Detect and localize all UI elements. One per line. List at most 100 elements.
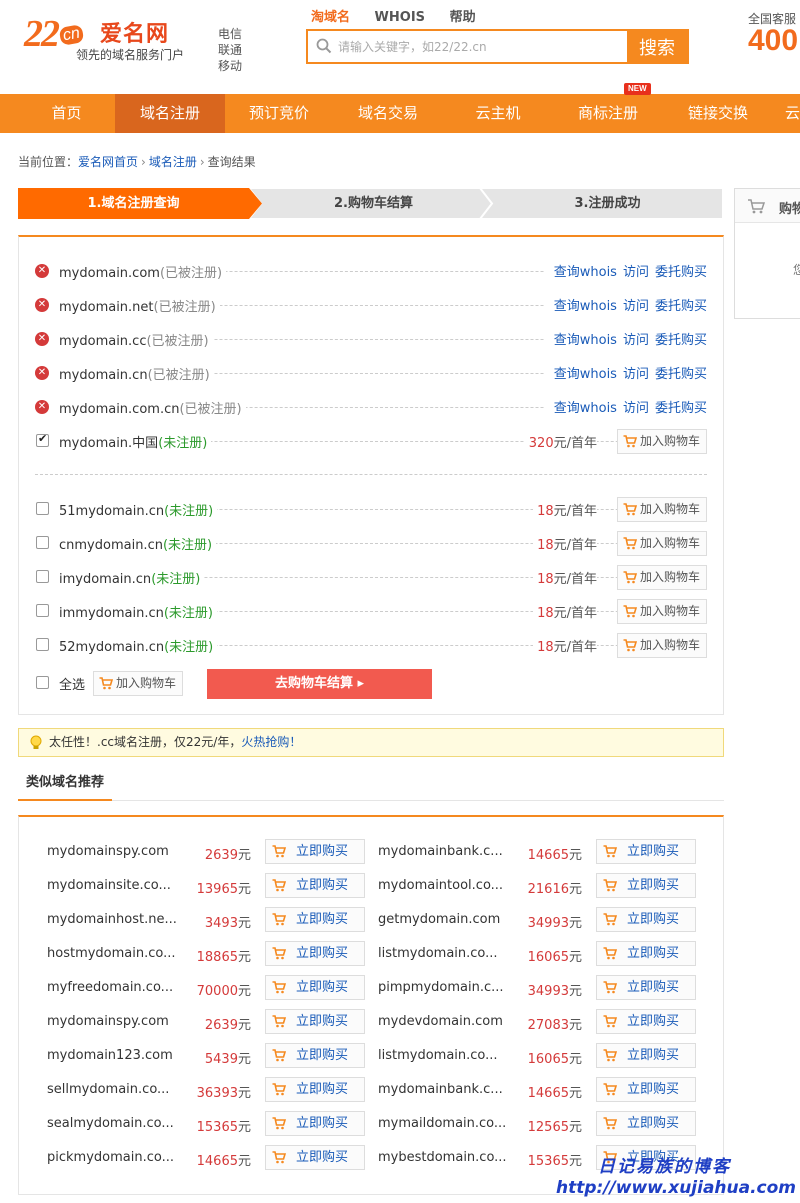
buy-now-button[interactable]: 立即购买 <box>596 975 696 1000</box>
nav-trademark[interactable]: 商标注册 <box>553 94 663 133</box>
similar-domain-name[interactable]: mydomainspy.com <box>47 844 169 859</box>
similar-domain-name[interactable]: sellmydomain.co... <box>47 1082 169 1097</box>
price-unit: 元 <box>568 950 582 965</box>
visit-link[interactable]: 访问 <box>623 299 649 314</box>
similar-domain-name[interactable]: myfreedomain.co... <box>47 980 173 995</box>
domain-checkbox[interactable] <box>36 604 49 617</box>
domain-checkbox[interactable] <box>36 502 49 515</box>
visit-link[interactable]: 访问 <box>623 401 649 416</box>
select-all-label[interactable]: 全选 <box>59 674 90 693</box>
domain-status: (已被注册) <box>179 402 242 417</box>
site-logo[interactable]: 22 cn 爱名网 领先的域名服务门户 电信 联通 移动 <box>24 10 242 73</box>
logo-slogan: 领先的域名服务门户 <box>76 48 185 62</box>
similar-domain-item: myfreedomain.co... 70000元 立即购买 <box>19 975 365 1003</box>
domain-checkbox[interactable] <box>36 432 49 447</box>
visit-link[interactable]: 访问 <box>623 333 649 348</box>
whois-link[interactable]: 查询whois <box>554 265 617 280</box>
buy-now-button[interactable]: 立即购买 <box>596 839 696 864</box>
nav-domain-trade[interactable]: 域名交易 <box>333 94 443 133</box>
similar-domain-name[interactable]: mymaildomain.co... <box>378 1116 506 1131</box>
domain-checkbox[interactable] <box>36 570 49 583</box>
add-selected-to-cart-button[interactable]: 加入购物车 <box>93 671 184 696</box>
similar-domain-name[interactable]: mybestdomain.co... <box>378 1150 507 1165</box>
breadcrumb-home[interactable]: 爱名网首页 <box>78 155 138 169</box>
buy-now-button[interactable]: 立即购买 <box>596 1077 696 1102</box>
checkout-button[interactable]: 去购物车结算 ▸ <box>207 669 432 699</box>
delegate-buy-link[interactable]: 委托购买 <box>655 299 707 314</box>
similar-domain-name[interactable]: mydevdomain.com <box>378 1014 503 1029</box>
add-to-cart-button[interactable]: 加入购物车 <box>616 531 707 556</box>
add-to-cart-label: 加入购物车 <box>639 638 700 652</box>
registered-x-icon: ✕ <box>35 264 49 278</box>
domain-actions: 查询whois 访问 委托购买 <box>543 397 707 416</box>
nav-domain-register[interactable]: 域名注册 <box>115 94 225 133</box>
similar-domain-name[interactable]: mydomain123.com <box>47 1048 173 1063</box>
add-to-cart-button[interactable]: 加入购物车 <box>616 599 707 624</box>
price-unit: 元 <box>568 916 582 931</box>
nav-link-exchange[interactable]: 链接交换 <box>663 94 773 133</box>
whois-link[interactable]: 查询whois <box>554 299 617 314</box>
similar-domain-name[interactable]: sealmydomain.co... <box>47 1116 174 1131</box>
similar-domain-name[interactable]: pickmydomain.co... <box>47 1150 174 1165</box>
add-to-cart-button[interactable]: 加入购物车 <box>616 497 707 522</box>
similar-domain-name[interactable]: getmydomain.com <box>378 912 500 927</box>
buy-now-button[interactable]: 立即购买 <box>596 1111 696 1136</box>
buy-now-button[interactable]: 立即购买 <box>596 873 696 898</box>
select-all-checkbox[interactable] <box>36 676 49 689</box>
cart-icon <box>272 1151 286 1164</box>
delegate-buy-link[interactable]: 委托购买 <box>655 367 707 382</box>
buy-now-button[interactable]: 立即购买 <box>596 1009 696 1034</box>
buy-now-button[interactable]: 立即购买 <box>596 941 696 966</box>
whois-link[interactable]: 查询whois <box>554 401 617 416</box>
delegate-buy-link[interactable]: 委托购买 <box>655 401 707 416</box>
cart-icon <box>603 947 617 960</box>
breadcrumb-domain-register[interactable]: 域名注册 <box>149 155 197 169</box>
domain-checkbox[interactable] <box>36 536 49 549</box>
similar-domain-name[interactable]: hostmydomain.co... <box>47 946 176 961</box>
domain-checkbox[interactable] <box>36 638 49 651</box>
nav-more[interactable]: 云 <box>785 94 800 133</box>
similar-domain-name[interactable]: mydomainbank.c... <box>378 844 503 859</box>
similar-domain-name[interactable]: mydomaintool.co... <box>378 878 503 893</box>
similar-domain-name[interactable]: mydomainsite.co... <box>47 878 171 893</box>
search-tab-help[interactable]: 帮助 <box>450 10 476 25</box>
add-to-cart-button[interactable]: 加入购物车 <box>616 633 707 658</box>
buy-now-label: 立即购买 <box>296 912 349 927</box>
domain-name: mydomain.com.cn(已被注册) <box>59 398 246 417</box>
buy-now-button[interactable]: 立即购买 <box>596 1043 696 1068</box>
delegate-buy-link[interactable]: 委托购买 <box>655 333 707 348</box>
buy-now-button[interactable]: 立即购买 <box>596 907 696 932</box>
visit-link[interactable]: 访问 <box>623 265 649 280</box>
price-value: 18 <box>537 606 554 621</box>
whois-link[interactable]: 查询whois <box>554 333 617 348</box>
price-unit: 元 <box>237 1154 251 1169</box>
nav-home[interactable]: 首页 <box>18 94 115 133</box>
similar-domain-name[interactable]: listmydomain.co... <box>378 946 498 961</box>
cart-side-text: 您 <box>793 263 800 277</box>
cart-icon <box>272 913 286 926</box>
tab-similar-domains[interactable]: 类似域名推荐 <box>18 770 113 801</box>
nav-booking-auction[interactable]: 预订竞价 <box>225 94 333 133</box>
add-to-cart-button[interactable]: 加入购物车 <box>616 565 707 590</box>
promo-tip-link[interactable]: 火热抢购！ <box>241 735 301 749</box>
search-input[interactable] <box>338 31 628 62</box>
cart-side-header: 购物 <box>735 189 800 223</box>
carrier-unicom: 联通 <box>218 43 243 57</box>
domain-price: 18元/首年 <box>533 602 597 621</box>
similar-domain-name[interactable]: mydomainspy.com <box>47 1014 169 1029</box>
add-to-cart-button[interactable]: 加入购物车 <box>616 429 707 454</box>
search-tab-whois[interactable]: WHOIS <box>375 10 425 25</box>
delegate-buy-link[interactable]: 委托购买 <box>655 265 707 280</box>
similar-domain-name[interactable]: listmydomain.co... <box>378 1048 498 1063</box>
similar-domain-name[interactable]: mydomainbank.c... <box>378 1082 503 1097</box>
similar-domain-name[interactable]: pimpmydomain.c... <box>378 980 504 995</box>
whois-link[interactable]: 查询whois <box>554 367 617 382</box>
price-unit: 元/首年 <box>553 572 597 587</box>
nav-cloud-host[interactable]: 云主机 <box>443 94 553 133</box>
search-tab-taoyuming[interactable]: 淘域名 <box>311 10 350 25</box>
add-to-cart-label: 加入购物车 <box>639 536 700 550</box>
buy-now-label: 立即购买 <box>627 844 680 859</box>
search-button[interactable]: 搜索 <box>627 31 687 62</box>
visit-link[interactable]: 访问 <box>623 367 649 382</box>
similar-domain-name[interactable]: mydomainhost.ne... <box>47 912 177 927</box>
